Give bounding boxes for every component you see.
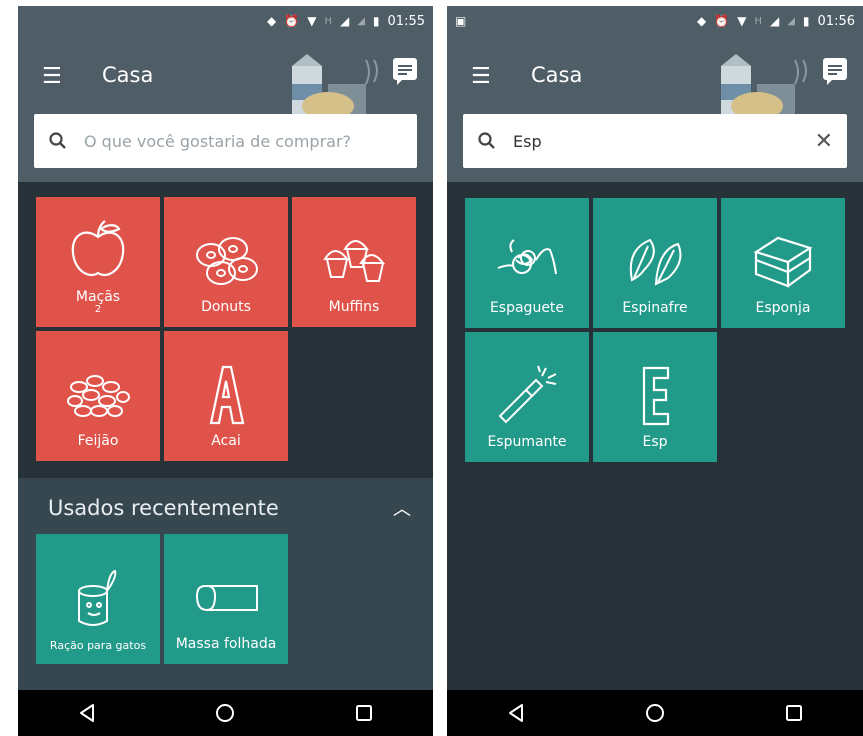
result-tile[interactable]: Espumante <box>465 332 589 462</box>
recent-item-grid: Ração para gatos Massa folhada <box>36 534 416 664</box>
search-bar[interactable]: ✕ <box>463 114 847 168</box>
recent-section-header[interactable]: Usados recentemente ︿ <box>18 478 433 538</box>
item-tile[interactable]: Acai <box>164 331 288 461</box>
recent-item-tile[interactable]: Ração para gatos <box>36 534 160 664</box>
search-input[interactable] <box>511 130 805 152</box>
list-title: Casa <box>531 63 583 87</box>
item-tile[interactable]: Donuts <box>164 197 288 327</box>
wifi-icon: ▼ <box>307 14 317 28</box>
back-icon[interactable] <box>496 693 536 733</box>
alarm-icon: ⏰ <box>284 14 300 28</box>
result-label: Espaguete <box>489 300 565 316</box>
pastry-icon <box>195 585 258 611</box>
sync-icon: ◆ <box>697 14 707 28</box>
donuts-icon <box>196 237 258 285</box>
letter-a-icon <box>209 365 245 425</box>
result-tile[interactable]: Esp <box>593 332 717 462</box>
chevron-up-icon[interactable]: ︿ <box>393 495 411 521</box>
battery-icon: ▮ <box>802 14 810 28</box>
result-label: Esp <box>642 434 668 450</box>
app-bar: ☰ Casa <box>18 36 433 182</box>
search-bar[interactable] <box>34 114 417 168</box>
wifi-icon: ▼ <box>737 14 747 28</box>
recents-icon[interactable] <box>344 693 384 733</box>
result-tile[interactable]: Esponja <box>721 198 845 328</box>
signal-secondary-icon: ◢ <box>357 15 365 27</box>
recent-item-label: Ração para gatos <box>49 639 147 652</box>
status-time: 01:56 <box>817 13 855 29</box>
system-nav-bar <box>447 690 863 736</box>
signal-icon: ◢ <box>769 14 780 28</box>
result-label: Espumante <box>487 434 567 450</box>
result-tile[interactable]: Espinafre <box>593 198 717 328</box>
result-tile[interactable]: Espaguete <box>465 198 589 328</box>
search-input[interactable] <box>82 130 403 152</box>
network-type-label: H <box>754 15 762 27</box>
chat-icon[interactable] <box>823 58 847 85</box>
cat-food-icon <box>78 569 117 626</box>
menu-icon[interactable]: ☰ <box>471 66 491 88</box>
sync-icon: ◆ <box>267 14 277 28</box>
chat-icon[interactable] <box>393 58 417 85</box>
menu-icon[interactable]: ☰ <box>42 66 62 88</box>
home-icon[interactable] <box>205 693 245 733</box>
item-tile[interactable]: Feijão <box>36 331 160 461</box>
clear-search-icon[interactable]: ✕ <box>815 129 833 154</box>
signal-secondary-icon: ◢ <box>787 15 795 27</box>
item-quantity: 2 <box>94 304 102 315</box>
status-bar: ◆ ⏰ ▼ H ◢ ◢ ▮ 01:55 <box>18 6 433 36</box>
muffins-icon <box>323 240 386 282</box>
item-label: Maçãs <box>75 289 121 305</box>
result-label: Espinafre <box>622 300 688 316</box>
sponge-icon <box>753 236 813 288</box>
spaghetti-icon <box>497 239 557 275</box>
phone-screen-right: ▣ ◆ ⏰ ▼ H ◢ ◢ ▮ 01:56 ☰ Casa ✕ <box>447 6 863 736</box>
spinach-icon <box>629 238 682 286</box>
signal-icon: ◢ <box>339 14 350 28</box>
recents-icon[interactable] <box>774 693 814 733</box>
item-label: Muffins <box>328 299 380 315</box>
status-time: 01:55 <box>387 13 425 29</box>
item-label: Feijão <box>77 433 119 449</box>
item-tile[interactable]: Maçãs 2 <box>36 197 160 327</box>
home-icon[interactable] <box>635 693 675 733</box>
beans-icon <box>67 375 130 417</box>
item-label: Donuts <box>201 299 251 315</box>
recent-item-label: Massa folhada <box>175 636 277 652</box>
result-label: Esponja <box>755 300 811 316</box>
apple-icon <box>71 220 125 277</box>
network-type-label: H <box>324 15 332 27</box>
alarm-icon: ⏰ <box>714 14 730 28</box>
champagne-icon <box>498 365 557 424</box>
list-title: Casa <box>102 63 154 87</box>
search-icon <box>49 132 66 149</box>
status-bar: ▣ ◆ ⏰ ▼ H ◢ ◢ ▮ 01:56 <box>447 6 863 36</box>
search-results-grid: Espaguete Espinafre Esponja Espumante Es… <box>465 198 845 462</box>
notification-image-icon: ▣ <box>455 14 467 28</box>
search-icon <box>478 132 495 149</box>
app-bar: ☰ Casa ✕ <box>447 36 863 182</box>
item-label: Acai <box>211 433 241 449</box>
battery-icon: ▮ <box>372 14 380 28</box>
back-icon[interactable] <box>67 693 107 733</box>
item-grid: Maçãs 2 Donuts Muffins Feijão Acai <box>36 197 416 461</box>
phone-screen-left: ◆ ⏰ ▼ H ◢ ◢ ▮ 01:55 ☰ Casa O que você go… <box>18 6 433 736</box>
system-nav-bar <box>18 690 433 736</box>
item-tile[interactable]: Muffins <box>292 197 416 327</box>
letter-e-icon <box>642 366 670 426</box>
recent-title: Usados recentemente <box>48 496 279 520</box>
recent-item-tile[interactable]: Massa folhada <box>164 534 288 664</box>
